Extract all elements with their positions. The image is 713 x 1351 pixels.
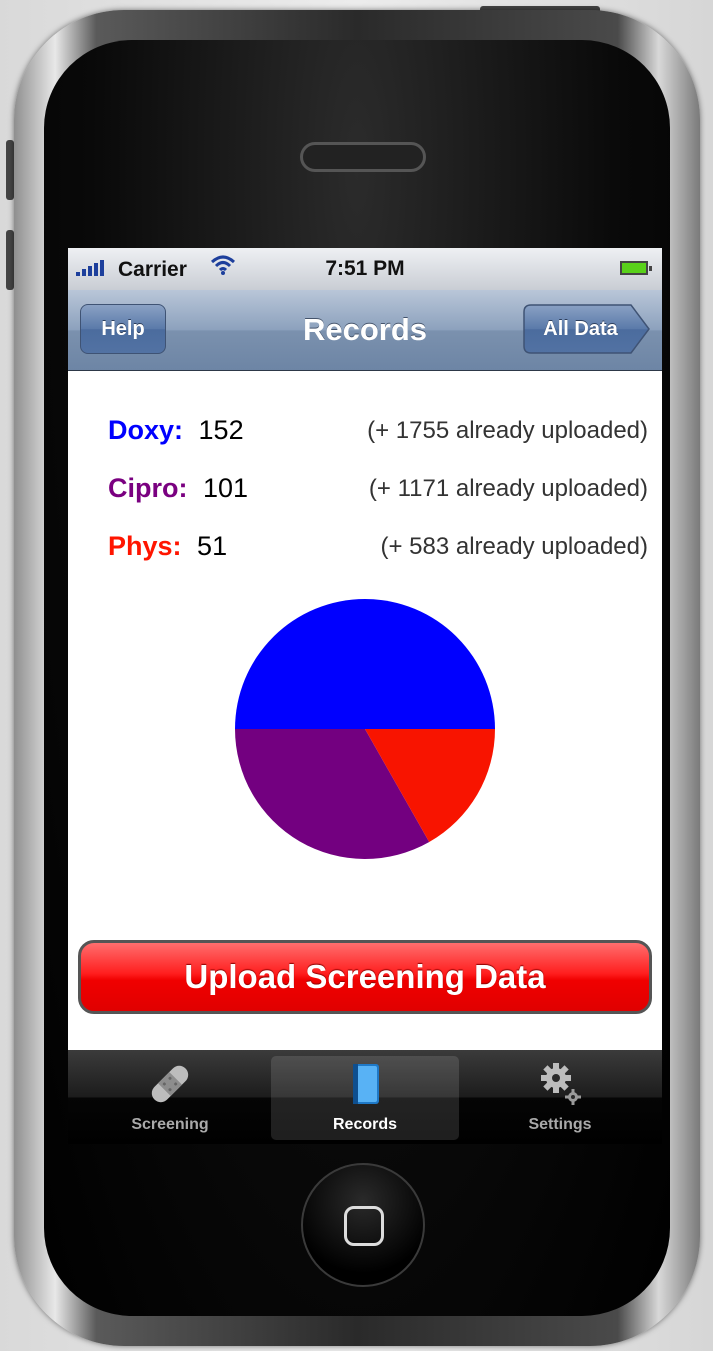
- tab-label: Records: [332, 1116, 398, 1133]
- volume-up-button[interactable]: [6, 230, 14, 290]
- records-pie-chart: [235, 599, 495, 859]
- upload-screening-data-button[interactable]: Upload Screening Data: [78, 940, 652, 1014]
- clock: 7:51 PM: [325, 257, 405, 280]
- record-count: 101: [203, 473, 249, 503]
- bandage-icon: [151, 1065, 189, 1103]
- home-square-icon: [344, 1206, 384, 1246]
- navigation-bar: Help Records All Data: [68, 290, 662, 371]
- home-button[interactable]: [301, 1163, 425, 1287]
- record-uploaded: (+ 1755 already uploaded): [367, 417, 648, 444]
- app-screen: Carrier 7:51 PM Help Records All Data Do…: [68, 248, 662, 1144]
- tab-bar: Screening Records Settings: [68, 1050, 662, 1144]
- gears-icon: [541, 1063, 581, 1105]
- all-data-button[interactable]: All Data: [523, 304, 651, 354]
- tab-settings[interactable]: Settings: [466, 1056, 654, 1140]
- tab-records[interactable]: Records: [271, 1056, 459, 1140]
- all-data-label: All Data: [543, 318, 618, 340]
- mute-switch[interactable]: [6, 140, 14, 200]
- record-label: Doxy:: [108, 415, 184, 445]
- record-uploaded: (+ 583 already uploaded): [380, 533, 648, 560]
- status-bar: Carrier 7:51 PM: [68, 248, 662, 290]
- tab-label: Settings: [528, 1116, 592, 1133]
- tab-label: Screening: [131, 1116, 209, 1133]
- record-count: 152: [198, 415, 244, 445]
- record-count: 51: [197, 531, 228, 561]
- record-row-doxy: Doxy: 152 (+ 1755 already uploaded): [108, 415, 648, 455]
- record-row-cipro: Cipro: 101 (+ 1171 already uploaded): [108, 473, 648, 513]
- pie-slice-doxy: [235, 599, 495, 729]
- tab-screening[interactable]: Screening: [76, 1056, 264, 1140]
- record-label: Phys:: [108, 531, 182, 561]
- earpiece: [300, 142, 426, 172]
- record-row-phys: Phys: 51 (+ 583 already uploaded): [108, 531, 648, 571]
- book-icon: [353, 1064, 379, 1104]
- record-uploaded: (+ 1171 already uploaded): [368, 475, 648, 502]
- battery-icon: [620, 261, 652, 275]
- record-label: Cipro:: [108, 473, 188, 503]
